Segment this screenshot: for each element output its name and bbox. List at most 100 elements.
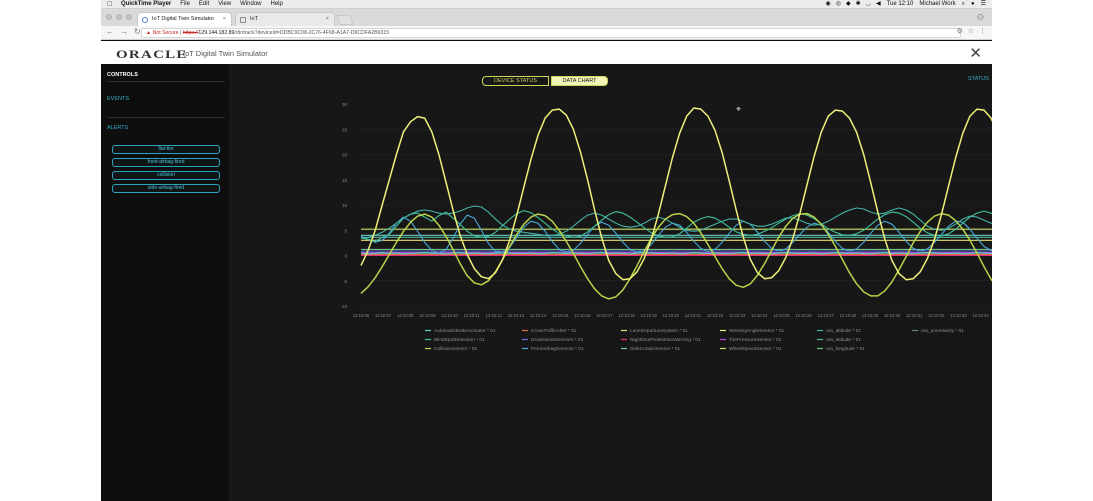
- x-tick-label: 12:10:28: [840, 313, 857, 318]
- wifi-icon[interactable]: ◡: [866, 0, 871, 9]
- forward-icon[interactable]: →: [120, 27, 128, 36]
- x-tick-label: 12:10:31: [906, 313, 923, 318]
- close-icon[interactable]: ×: [326, 13, 329, 26]
- tab-iot-digital-twin[interactable]: IoT Digital Twin Simulator ×: [137, 12, 232, 26]
- x-tick-label: 12:10:29: [862, 313, 879, 318]
- x-tick-label: 12:10:26: [795, 313, 812, 318]
- x-tick-label: 12:10:16: [574, 313, 591, 318]
- menu-help[interactable]: Help: [271, 0, 283, 9]
- alert-button-flat-tire[interactable]: flat-tire: [112, 145, 220, 154]
- data-chart-tab[interactable]: DATA CHART: [551, 76, 608, 86]
- alert-button-side-airbag-fired[interactable]: side-airbag-fired: [112, 184, 220, 193]
- bluetooth-icon[interactable]: ✱: [856, 0, 861, 9]
- legend-item: TirePressureSensor * 01: [729, 337, 782, 343]
- x-tick-label: 12:10:09: [419, 313, 436, 318]
- x-tick-label: 12:10:20: [663, 313, 680, 318]
- user-name[interactable]: Michael Work: [919, 0, 955, 9]
- legend-item: SideCurtainSensor * 01: [630, 346, 680, 352]
- x-tick-label: 12:10:30: [884, 313, 901, 318]
- minimize-window-button[interactable]: [116, 14, 122, 20]
- legend-item: ora_latitude * 01: [826, 337, 861, 343]
- screen:  QuickTime Player File Edit View Window…: [101, 0, 992, 501]
- menu-app[interactable]: QuickTime Player: [121, 0, 171, 9]
- alert-button-front-airbag-fired[interactable]: front-airbag-fired: [112, 158, 220, 167]
- series-line: [360, 212, 992, 300]
- oracle-logo: ORACLE: [116, 47, 188, 61]
- zoom-window-button[interactable]: [126, 14, 132, 20]
- y-tick-label: -5: [343, 279, 347, 284]
- tab-iot[interactable]: IoT ×: [235, 12, 335, 26]
- x-tick-label: 12:10:21: [685, 313, 702, 318]
- siri-icon[interactable]: ●: [971, 0, 975, 9]
- x-tick-label: 12:10:32: [928, 313, 945, 318]
- status-label: STATUS: [968, 76, 989, 82]
- legend-item: ora_altitude * 01: [826, 328, 861, 334]
- profile-icon[interactable]: ⚇: [977, 13, 984, 22]
- macos-menu-bar:  QuickTime Player File Edit View Window…: [101, 0, 992, 9]
- address-bar[interactable]: ▲ Not Secure | https://129.144.182.89/dt…: [141, 28, 961, 38]
- apple-menu-icon[interactable]: : [107, 0, 112, 9]
- globe-icon: [142, 17, 148, 23]
- device-status-tab[interactable]: DEVICE STATUS: [482, 76, 549, 86]
- clock[interactable]: Tue 12:10: [887, 0, 914, 9]
- alerts-section[interactable]: ALERTS: [107, 125, 128, 131]
- divider: [107, 117, 225, 118]
- x-tick-label: 12:10:24: [751, 313, 768, 318]
- alert-button-collision[interactable]: collision: [112, 171, 220, 180]
- y-tick-label: 10: [342, 203, 348, 208]
- legend-item: ora_longitude * 01: [826, 346, 865, 352]
- close-window-button[interactable]: [106, 14, 112, 20]
- chart-grid: [361, 103, 992, 307]
- x-tick-label: 12:10:13: [508, 313, 525, 318]
- back-icon[interactable]: ←: [106, 27, 114, 36]
- notification-center-icon[interactable]: ☰: [981, 0, 986, 9]
- x-tick-label: 12:10:33: [950, 313, 967, 318]
- x-tick-label: 12:10:34: [972, 313, 989, 318]
- main-panel: DEVICE STATUS DATA CHART STATUS ⏻ ON -10…: [229, 64, 992, 501]
- bookmark-star-icon[interactable]: ☆: [968, 27, 974, 35]
- menu-list: QuickTime Player File Edit View Window H…: [121, 0, 283, 9]
- sync-icon[interactable]: ◎: [836, 0, 841, 9]
- x-tick-label: 12:10:08: [397, 313, 414, 318]
- extension-icon[interactable]: ⚙: [956, 27, 962, 35]
- volume-icon[interactable]: ◀: [876, 0, 881, 9]
- spotlight-icon[interactable]: ⌕: [962, 0, 965, 9]
- legend-item: WheelSpeedSensor * 01: [729, 346, 782, 352]
- menu-edit[interactable]: Edit: [199, 0, 209, 9]
- y-tick-label: -10: [340, 304, 347, 309]
- new-tab-button[interactable]: [336, 15, 354, 25]
- x-tick-label: 12:10:19: [640, 313, 657, 318]
- record-icon[interactable]: ◉: [826, 0, 831, 9]
- product-title: IoT Digital Twin Simulator: [183, 49, 268, 58]
- url-host: 129.144.182.89: [198, 30, 235, 36]
- y-tick-label: 20: [342, 153, 348, 158]
- x-tick-label: 12:10:25: [773, 313, 790, 318]
- window-controls: [106, 14, 132, 20]
- status-icons: ◉ ◎ ◆ ✱ ◡ ◀: [826, 0, 881, 9]
- dropbox-icon[interactable]: ◆: [846, 0, 851, 9]
- reload-icon[interactable]: ↻: [134, 27, 141, 36]
- x-tick-label: 12:10:12: [486, 313, 503, 318]
- not-secure-label[interactable]: ▲ Not Secure: [146, 30, 179, 36]
- y-tick-label: 5: [344, 228, 347, 233]
- toolbar-extras: ⚙ ☆ ⋮: [956, 27, 986, 35]
- url-path: /dtr/track?deviceId=DDBC9C08-2C76-4F68-A…: [234, 30, 390, 36]
- menu-file[interactable]: File: [180, 0, 190, 9]
- y-tick-label: 30: [342, 102, 348, 107]
- x-tick-label: 12:10:23: [729, 313, 746, 318]
- events-section[interactable]: EVENTS: [107, 96, 129, 102]
- x-tick-label: 12:10:17: [596, 313, 613, 318]
- document-icon: [240, 17, 246, 23]
- menu-window[interactable]: Window: [240, 0, 261, 9]
- close-icon[interactable]: ×: [223, 13, 226, 26]
- app-header: ORACLE IoT Digital Twin Simulator ✕: [101, 41, 992, 64]
- chart-series: [360, 107, 992, 300]
- menu-view[interactable]: View: [218, 0, 231, 9]
- close-icon[interactable]: ✕: [969, 44, 982, 62]
- controls-heading: CONTROLS: [107, 72, 138, 78]
- x-tick-label: 12:10:11: [464, 313, 481, 318]
- x-tick-label: 12:10:10: [441, 313, 458, 318]
- x-tick-label: 12:10:27: [817, 313, 834, 318]
- series-line: [360, 107, 992, 281]
- menu-kebab-icon[interactable]: ⋮: [979, 27, 986, 35]
